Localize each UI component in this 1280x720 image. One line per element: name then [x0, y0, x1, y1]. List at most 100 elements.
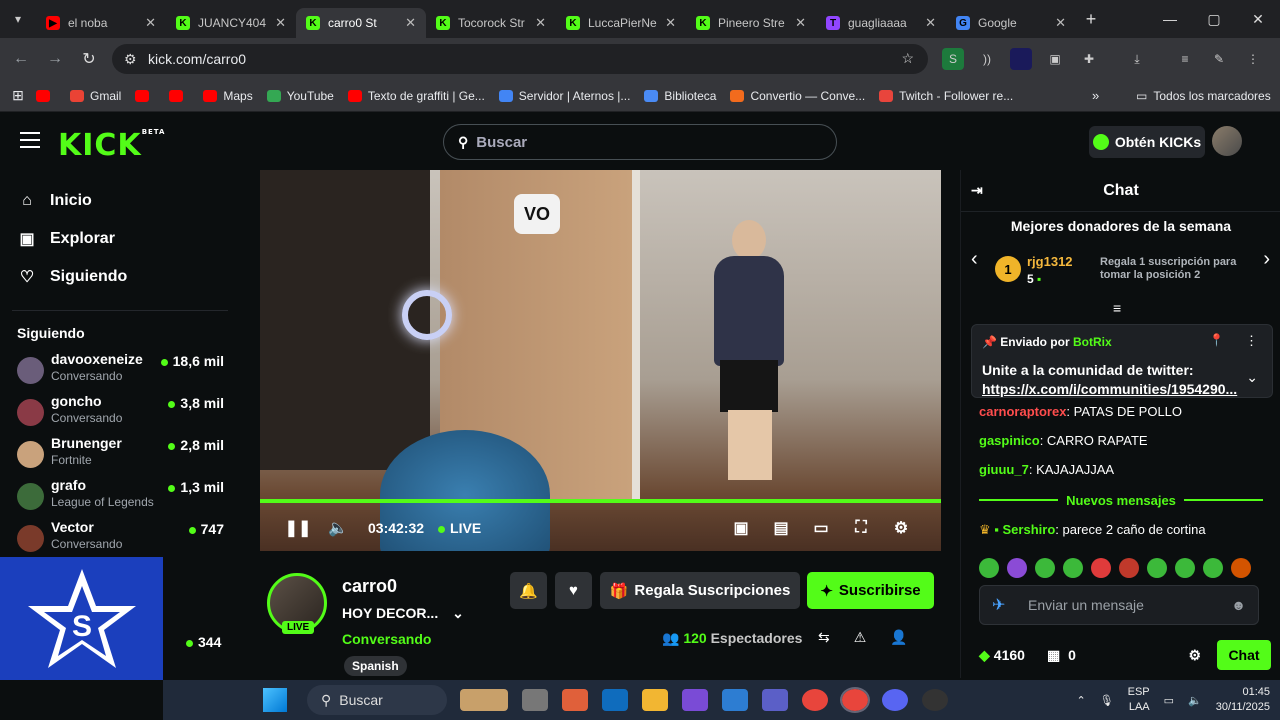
- volume-icon[interactable]: 🔈: [318, 518, 358, 538]
- extension-dark-icon[interactable]: [1010, 48, 1032, 70]
- forward-icon[interactable]: →: [38, 50, 72, 68]
- browser-tab[interactable]: K Tocorock Str ✕: [426, 8, 556, 38]
- tab-search-icon[interactable]: ▾: [0, 12, 36, 26]
- emote-icon[interactable]: [1231, 558, 1251, 578]
- obs-icon[interactable]: [922, 689, 948, 711]
- gift-count[interactable]: 0: [1068, 647, 1076, 663]
- bookmark-youtube-1[interactable]: [36, 89, 56, 102]
- pause-icon[interactable]: ❚❚: [278, 518, 318, 538]
- nav-siguiendo[interactable]: ♡ Siguiendo: [0, 258, 240, 296]
- emote-icon[interactable]: [1203, 558, 1223, 578]
- extensions-puzzle-icon[interactable]: ✚: [1078, 48, 1100, 70]
- fullscreen-icon[interactable]: ⛶: [841, 519, 881, 537]
- reload-icon[interactable]: ↻: [72, 49, 106, 69]
- bookmark-item[interactable]: Texto de graffiti | Ge...: [347, 89, 485, 103]
- user-add-icon[interactable]: 👤: [890, 629, 907, 646]
- file-explorer-icon[interactable]: [642, 689, 668, 711]
- theater-mode-icon[interactable]: ▭: [801, 518, 841, 538]
- stream-category[interactable]: Conversando: [342, 631, 431, 647]
- browser-tab[interactable]: Kcarro0 St ✕: [296, 8, 426, 38]
- back-icon[interactable]: ←: [4, 50, 38, 68]
- subscribe-button[interactable]: ✦ Suscribirse: [807, 572, 934, 609]
- collapse-chat-icon[interactable]: ⇥: [971, 182, 983, 199]
- bookmark-item[interactable]: Maps: [203, 89, 253, 103]
- tab-close-icon[interactable]: ✕: [1055, 15, 1066, 31]
- browser-tab[interactable]: K Pineero Stre ✕: [686, 8, 816, 38]
- browser-tab[interactable]: G Google ✕: [946, 8, 1076, 38]
- browser-tab[interactable]: ▶ el noba ✕: [36, 8, 166, 38]
- notification-bell-button[interactable]: 🔔: [510, 572, 547, 609]
- followed-channel[interactable]: grafo League of Legends 1,3 mil: [0, 477, 240, 519]
- volume-icon[interactable]: 🔈: [1188, 694, 1202, 707]
- extension-s-icon[interactable]: S: [942, 48, 964, 70]
- outlook-icon[interactable]: [602, 689, 628, 711]
- bookmark-item[interactable]: YouTube: [266, 89, 334, 103]
- taskbar-search[interactable]: ⚲ Buscar: [307, 685, 447, 715]
- tray-chevron-icon[interactable]: ⌃: [1076, 694, 1085, 707]
- get-kicks-button[interactable]: Obtén KICKs: [1089, 126, 1205, 158]
- nav-inicio[interactable]: ⌂ Inicio: [0, 182, 240, 220]
- chat-username[interactable]: Sershiro: [1003, 522, 1056, 537]
- filter-icon[interactable]: ≡: [1113, 300, 1121, 316]
- tab-close-icon[interactable]: ✕: [925, 15, 936, 31]
- minimize-icon[interactable]: —: [1148, 0, 1192, 38]
- followed-channel[interactable]: Vector Conversando 747: [0, 519, 240, 561]
- media-icon[interactable]: ≡: [1174, 48, 1196, 70]
- new-messages-divider[interactable]: Nuevos mensajes: [971, 492, 1271, 508]
- teams-icon[interactable]: [762, 689, 788, 711]
- store-icon[interactable]: [722, 689, 748, 711]
- tab-close-icon[interactable]: ✕: [535, 15, 546, 31]
- site-info-icon[interactable]: ⚙: [124, 51, 137, 68]
- bot-name[interactable]: BotRix: [1073, 335, 1112, 349]
- emote-icon[interactable]: [1035, 558, 1055, 578]
- emote-icon[interactable]: [1119, 558, 1139, 578]
- kicks-count[interactable]: 4160: [994, 647, 1025, 663]
- chat-message-input[interactable]: ✈ Enviar un mensaje ☻: [979, 585, 1259, 625]
- bookmark-item[interactable]: Biblioteca: [644, 89, 716, 103]
- discord-icon[interactable]: [882, 689, 908, 711]
- close-window-icon[interactable]: ✕: [1236, 0, 1280, 38]
- widgets-icon[interactable]: [460, 689, 508, 711]
- browser-tab[interactable]: K LuccaPierNe ✕: [556, 8, 686, 38]
- task-view-icon[interactable]: [522, 689, 548, 711]
- report-icon[interactable]: ⚠: [854, 629, 867, 646]
- emote-icon[interactable]: [1175, 558, 1195, 578]
- download-icon[interactable]: ⤓: [1126, 48, 1148, 70]
- chevron-right-icon[interactable]: ›: [1263, 248, 1270, 271]
- search-input[interactable]: ⚲ Buscar: [443, 124, 837, 160]
- donor-name[interactable]: rjg1312: [1027, 254, 1073, 269]
- miniplayer-icon[interactable]: ▣: [721, 518, 761, 538]
- chat-settings-icon[interactable]: ⚙: [1188, 647, 1201, 664]
- emote-icon[interactable]: [1091, 558, 1111, 578]
- extension-box-icon[interactable]: ▣: [1044, 48, 1066, 70]
- network-icon[interactable]: ▭: [1164, 694, 1174, 707]
- browser-tab[interactable]: Tguagliaaaa ✕: [816, 8, 946, 38]
- chat-username[interactable]: giuuu_7: [979, 462, 1029, 477]
- bookmark-item[interactable]: Convertio — Conve...: [730, 89, 865, 103]
- user-avatar[interactable]: [1212, 126, 1242, 156]
- emote-icon[interactable]: [1007, 558, 1027, 578]
- bookmark-youtube-3[interactable]: [169, 89, 189, 103]
- url-input[interactable]: ⚙ kick.com/carro0 ☆: [112, 44, 928, 74]
- video-progress-bar[interactable]: [260, 499, 941, 503]
- tab-close-icon[interactable]: ✕: [405, 15, 416, 31]
- chevron-left-icon[interactable]: ‹: [971, 248, 978, 271]
- browser-tab[interactable]: K JUANCY404 ✕: [166, 8, 296, 38]
- streamer-name[interactable]: carro0: [342, 576, 397, 597]
- expand-chevron-icon[interactable]: ⌄: [1246, 369, 1258, 386]
- copilot-icon[interactable]: [562, 689, 588, 711]
- send-chat-button[interactable]: Chat: [1217, 640, 1271, 670]
- clock[interactable]: 01:45 30/11/2025: [1216, 685, 1270, 715]
- windows-start-icon[interactable]: [263, 688, 287, 712]
- language-tag[interactable]: Spanish: [344, 656, 407, 676]
- more-bookmarks-icon[interactable]: »: [1092, 88, 1099, 103]
- bookmark-youtube-2[interactable]: [135, 89, 155, 103]
- settings-gear-icon[interactable]: ⚙: [881, 518, 921, 538]
- chat-username[interactable]: carnoraptorex: [979, 404, 1066, 419]
- followed-channel[interactable]: Brunenger Fortnite 2,8 mil: [0, 435, 240, 477]
- more-options-icon[interactable]: ⋮: [1245, 333, 1258, 349]
- maximize-icon[interactable]: ▢: [1192, 0, 1236, 38]
- botrix-icon[interactable]: ✈: [992, 595, 1005, 615]
- menu-dots-icon[interactable]: ⋮: [1242, 48, 1264, 70]
- clip-icon[interactable]: ▤: [761, 518, 801, 538]
